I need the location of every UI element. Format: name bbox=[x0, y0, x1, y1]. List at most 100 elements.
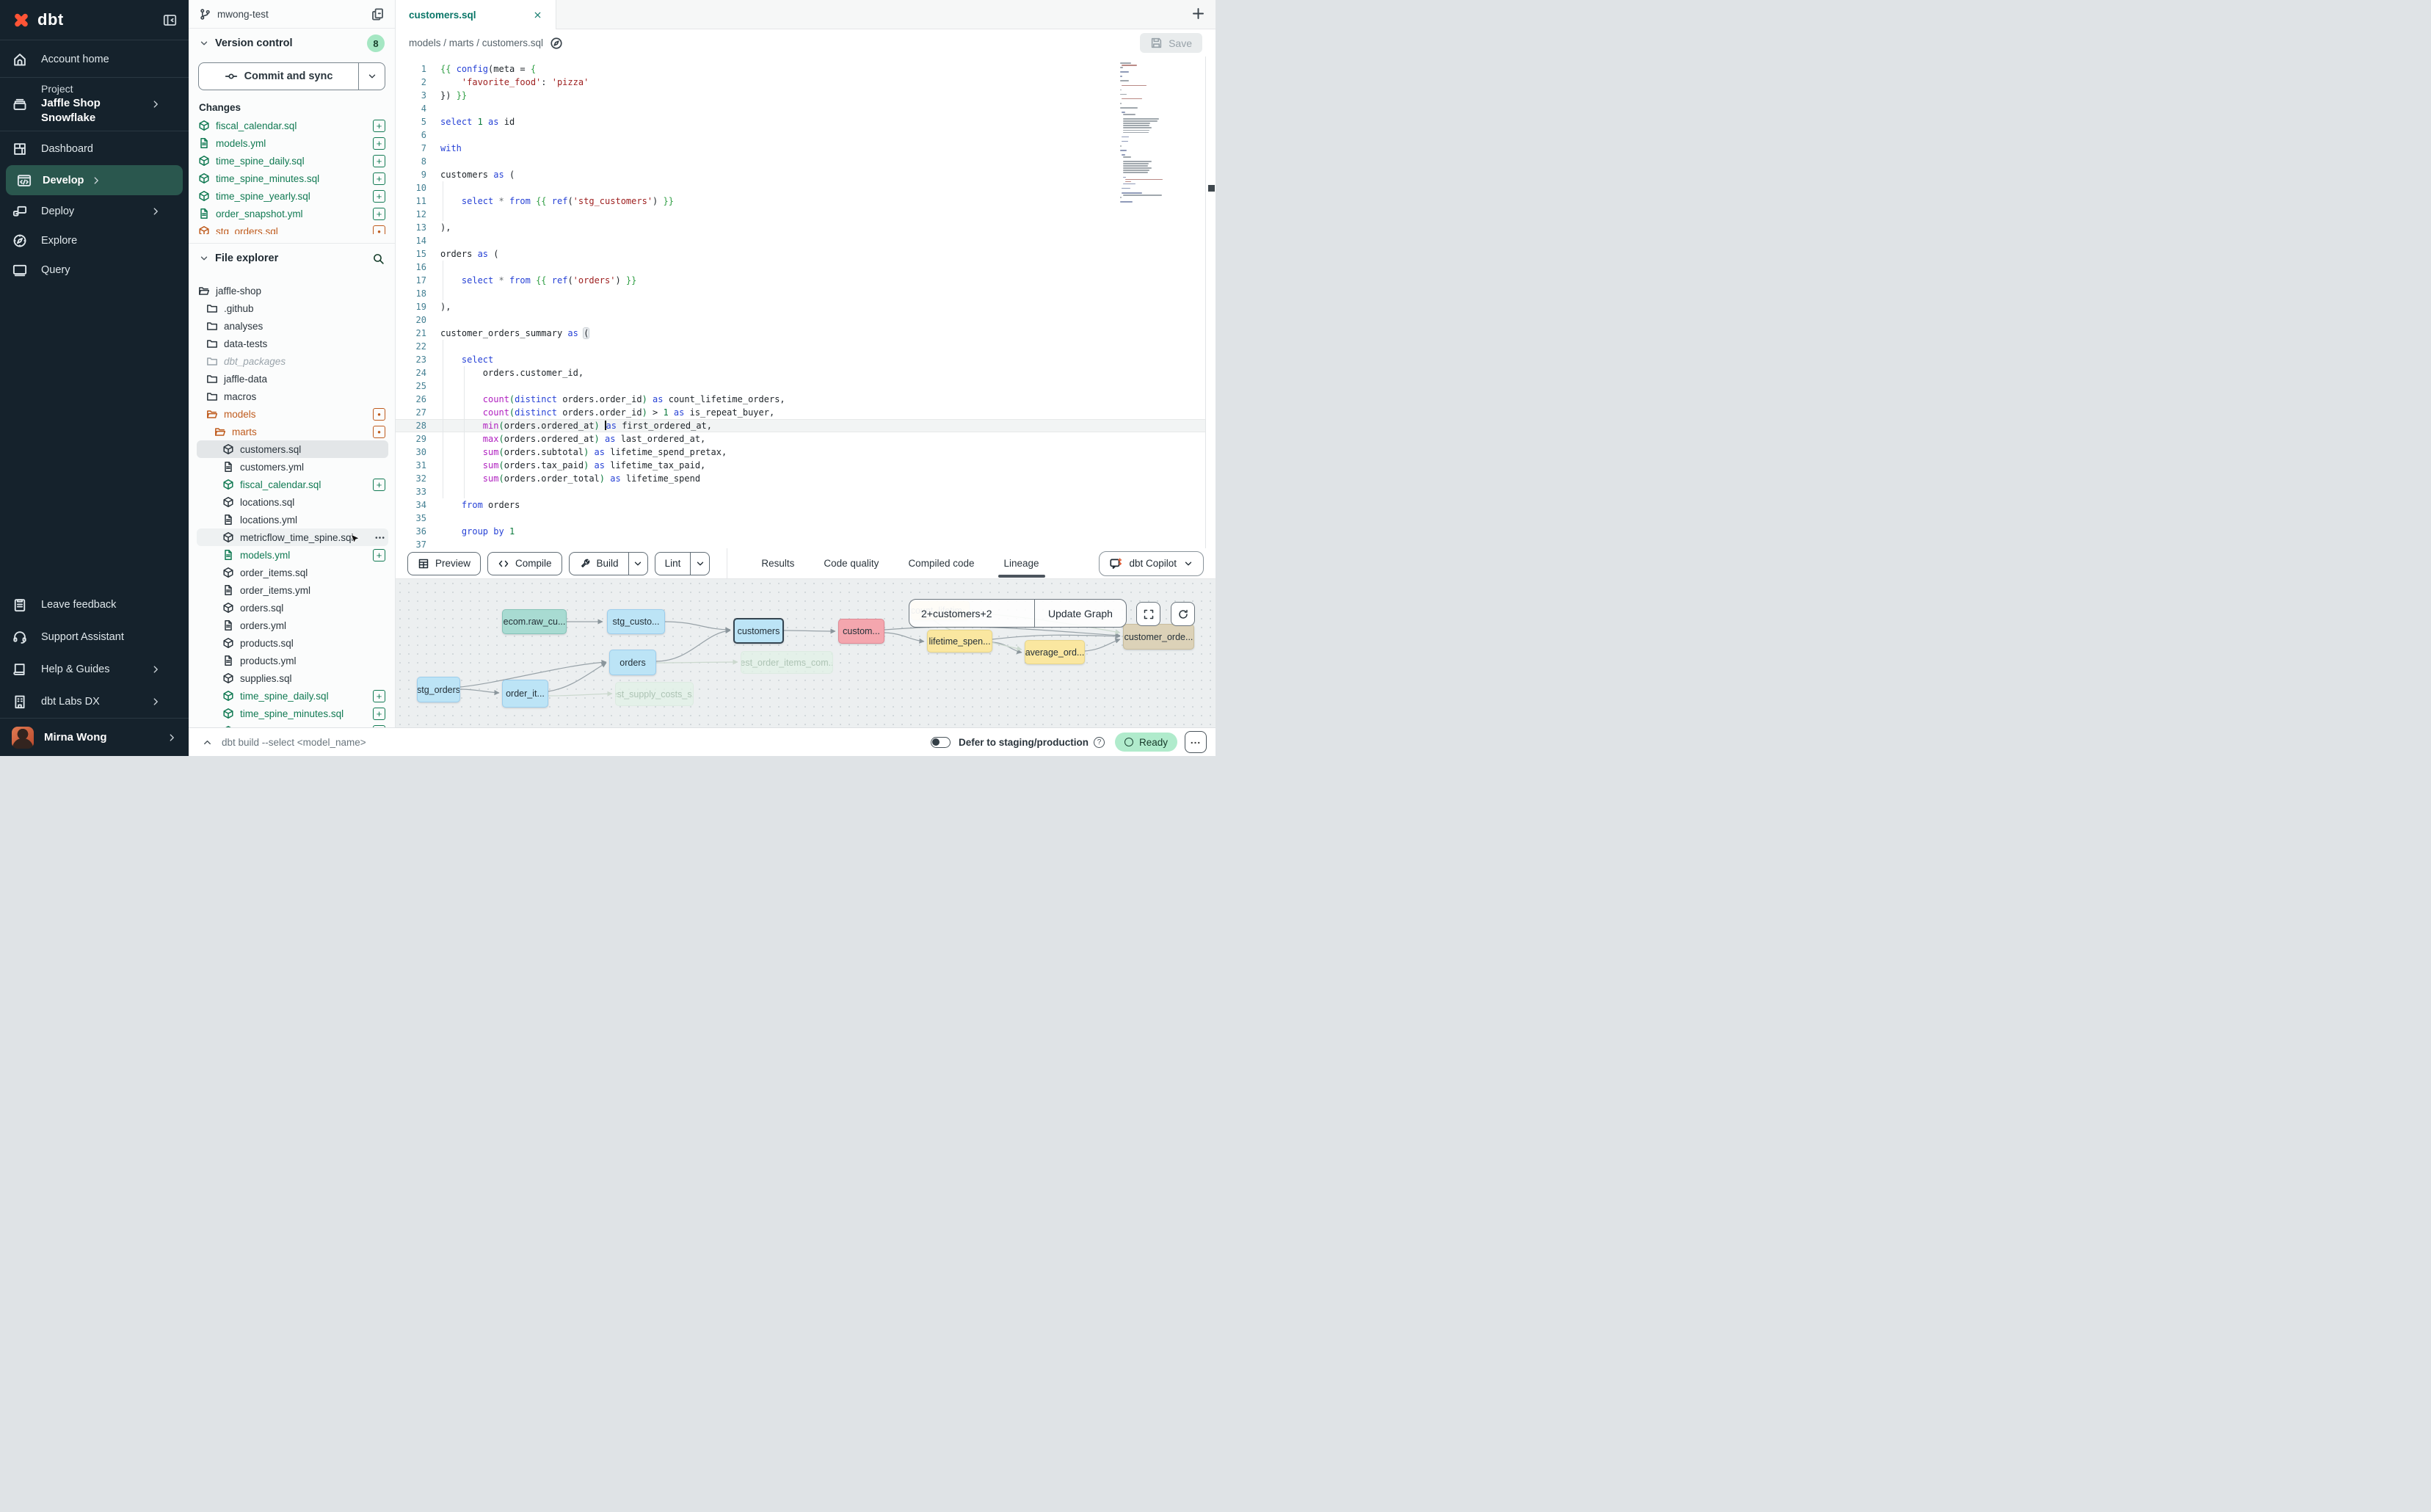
sidebar-item-support-assistant[interactable]: Support Assistant bbox=[0, 621, 189, 653]
file-tree-item-fiscal_calendar-sql[interactable]: fiscal_calendar.sql+ bbox=[189, 476, 395, 493]
file-tree-item-orders-yml[interactable]: orders.yml bbox=[189, 617, 395, 634]
stage-add-button[interactable]: + bbox=[373, 208, 385, 220]
file-tree-item-customers-sql[interactable]: customers.sql bbox=[189, 440, 395, 458]
sidebar-item-dashboard[interactable]: Dashboard bbox=[0, 134, 189, 164]
file-tree-item-models-yml[interactable]: models.yml+ bbox=[189, 546, 395, 564]
stage-add-button[interactable]: + bbox=[373, 155, 385, 167]
file-tree-item-models[interactable]: models• bbox=[189, 405, 395, 423]
lineage-node-custorde[interactable]: customer_orde... bbox=[1123, 624, 1194, 650]
file-explorer-header[interactable]: File explorer bbox=[189, 244, 395, 273]
stage-add-button[interactable]: + bbox=[373, 172, 385, 185]
code-line[interactable]: min(orders.ordered_at) as first_ordered_… bbox=[440, 419, 1120, 432]
code-line[interactable]: 'favorite_food': 'pizza' bbox=[440, 76, 1120, 89]
file-tree-item-orders-sql[interactable]: orders.sql bbox=[189, 599, 395, 617]
lineage-node-ecom[interactable]: ecom.raw_cu... bbox=[502, 609, 567, 634]
sidebar-item-develop[interactable]: Develop bbox=[6, 165, 183, 195]
code-line[interactable]: with bbox=[440, 142, 1120, 155]
code-line[interactable] bbox=[440, 313, 1120, 327]
stage-mod-button[interactable]: • bbox=[373, 225, 385, 235]
stage-add-button[interactable]: + bbox=[373, 120, 385, 132]
code-line[interactable]: max(orders.ordered_at) as last_ordered_a… bbox=[440, 432, 1120, 446]
lineage-node-testorder[interactable]: test_order_items_com... bbox=[741, 651, 833, 674]
change-item[interactable]: time_spine_minutes.sql + bbox=[189, 170, 395, 187]
file-tree-item-jaffle-shop[interactable]: jaffle-shop bbox=[189, 282, 395, 299]
commit-and-sync-button[interactable]: Commit and sync bbox=[198, 62, 385, 90]
code-line[interactable]: group by 1 bbox=[440, 525, 1120, 538]
file-tree-item-products-sql[interactable]: products.sql bbox=[189, 634, 395, 652]
copy-icon[interactable] bbox=[371, 7, 385, 21]
code-line[interactable]: sum(orders.tax_paid) as lifetime_tax_pai… bbox=[440, 459, 1120, 472]
defer-toggle[interactable] bbox=[931, 737, 951, 748]
code-line[interactable]: ), bbox=[440, 300, 1120, 313]
code-editor[interactable]: 1{{ config(meta = {2 'favorite_food': 'p… bbox=[396, 57, 1216, 548]
build-button[interactable]: Build bbox=[569, 552, 648, 575]
refresh-button[interactable] bbox=[1171, 602, 1195, 626]
file-tree-item-data-tests[interactable]: data-tests bbox=[189, 335, 395, 352]
lineage-node-stgorders[interactable]: stg_orders bbox=[417, 677, 460, 702]
file-tree-item--github[interactable]: .github bbox=[189, 299, 395, 317]
code-line[interactable]: select * from {{ ref('stg_customers') }} bbox=[440, 195, 1120, 208]
tab-results[interactable]: Results bbox=[760, 550, 796, 577]
change-item[interactable]: time_spine_daily.sql + bbox=[189, 152, 395, 170]
sidebar-item-project[interactable]: ProjectJaffle Shop Snowflake bbox=[0, 81, 189, 128]
status-badge[interactable]: Ready bbox=[1115, 733, 1177, 752]
chevron-up-icon[interactable] bbox=[202, 737, 213, 748]
help-icon[interactable]: ? bbox=[1094, 737, 1105, 748]
lineage-node-lifetime[interactable]: lifetime_spen... bbox=[927, 630, 992, 653]
code-line[interactable] bbox=[440, 485, 1120, 498]
compile-button[interactable]: Compile bbox=[487, 552, 562, 575]
sidebar-item-leave-feedback[interactable]: Leave feedback bbox=[0, 589, 189, 621]
lineage-node-custpink[interactable]: custom... bbox=[838, 619, 884, 644]
code-line[interactable] bbox=[440, 287, 1120, 300]
preview-button[interactable]: Preview bbox=[407, 552, 481, 575]
sidebar-item-account-home[interactable]: Account home bbox=[0, 45, 189, 74]
stage-add-button[interactable]: + bbox=[373, 690, 385, 702]
code-line[interactable]: }) }} bbox=[440, 89, 1120, 102]
stage-add-button[interactable]: + bbox=[373, 190, 385, 203]
code-line[interactable] bbox=[440, 512, 1120, 525]
code-line[interactable]: count(distinct orders.order_id) > 1 as i… bbox=[440, 406, 1120, 419]
stage-add-button[interactable]: + bbox=[373, 137, 385, 150]
file-tree-item-locations-sql[interactable]: locations.sql bbox=[189, 493, 395, 511]
scrollbar-thumb[interactable] bbox=[1208, 185, 1215, 192]
code-line[interactable]: {{ config(meta = { bbox=[440, 62, 1120, 76]
build-dropdown-button[interactable] bbox=[628, 553, 647, 575]
update-graph-button[interactable]: Update Graph bbox=[1034, 600, 1126, 627]
tab-lineage[interactable]: Lineage bbox=[1003, 550, 1041, 577]
sidebar-item-help-guides[interactable]: Help & Guides bbox=[0, 653, 189, 686]
code-line[interactable] bbox=[440, 234, 1120, 247]
sidebar-collapse-icon[interactable] bbox=[163, 13, 177, 27]
code-line[interactable] bbox=[440, 340, 1120, 353]
dbt-copilot-button[interactable]: dbt Copilot bbox=[1099, 551, 1204, 576]
file-tree-item-order_items-yml[interactable]: order_items.yml bbox=[189, 581, 395, 599]
lineage-node-orders[interactable]: orders bbox=[609, 650, 656, 675]
stage-add-button[interactable]: + bbox=[373, 725, 385, 728]
change-item[interactable]: models.yml + bbox=[189, 134, 395, 152]
tab-compiled-code[interactable]: Compiled code bbox=[906, 550, 975, 577]
row-menu-button[interactable] bbox=[374, 532, 385, 543]
file-tree-item-dbt_packages[interactable]: dbt_packages bbox=[189, 352, 395, 370]
lint-button[interactable]: Lint bbox=[655, 552, 711, 575]
fullscreen-button[interactable] bbox=[1136, 602, 1160, 626]
file-tree-item-customers-yml[interactable]: customers.yml bbox=[189, 458, 395, 476]
sidebar-item-query[interactable]: Query bbox=[0, 255, 189, 285]
lineage-node-average[interactable]: average_ord... bbox=[1025, 640, 1085, 664]
code-line[interactable] bbox=[440, 155, 1120, 168]
lineage-panel[interactable]: ecom.raw_cu...stg_custo...customerscusto… bbox=[396, 579, 1216, 727]
tab-customers-sql[interactable]: customers.sql bbox=[396, 0, 556, 29]
code-line[interactable]: orders.customer_id, bbox=[440, 366, 1120, 379]
user-menu[interactable]: Mirna Wong bbox=[0, 718, 189, 756]
code-line[interactable]: orders as ( bbox=[440, 247, 1120, 261]
more-options-button[interactable]: ... bbox=[1185, 731, 1207, 753]
version-control-header[interactable]: Version control 8 bbox=[189, 29, 395, 58]
code-line[interactable]: customers as ( bbox=[440, 168, 1120, 181]
code-line[interactable]: select * from {{ ref('orders') }} bbox=[440, 274, 1120, 287]
change-item[interactable]: fiscal_calendar.sql + bbox=[189, 117, 395, 134]
file-tree-item-macros[interactable]: macros bbox=[189, 388, 395, 405]
file-tree-item-jaffle-data[interactable]: jaffle-data bbox=[189, 370, 395, 388]
minimap[interactable] bbox=[1120, 62, 1205, 539]
change-item[interactable]: stg_orders.sql • bbox=[189, 222, 395, 234]
file-tree-item-time_spine_yearly-sql[interactable]: time_spine_yearly.sql+ bbox=[189, 722, 395, 727]
code-line[interactable]: customer_orders_summary as ( bbox=[440, 327, 1120, 340]
code-line[interactable]: select 1 as id bbox=[440, 115, 1120, 128]
